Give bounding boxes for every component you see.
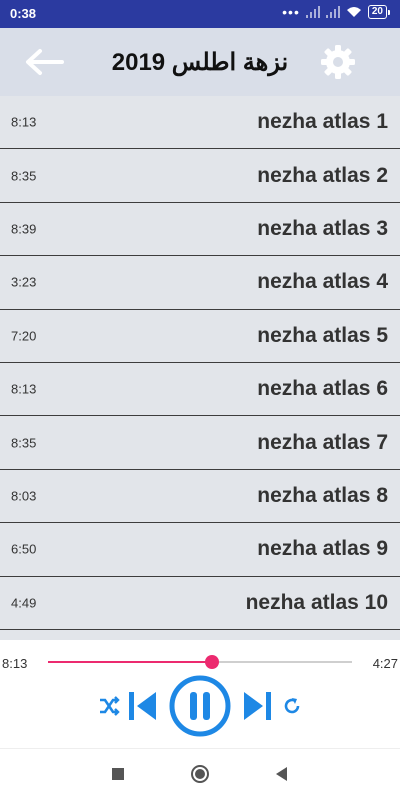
wifi-icon	[346, 7, 361, 17]
track-list: 8:13 nezha atlas 1 8:35 nezha atlas 2 8:…	[0, 96, 400, 640]
pause-icon[interactable]	[168, 674, 232, 738]
track-title: nezha atlas 10	[245, 590, 388, 614]
recent-apps-icon[interactable]	[108, 764, 128, 784]
track-title: nezha atlas 8	[257, 483, 388, 507]
track-duration: 8:13	[11, 381, 37, 397]
seek-bar-fill	[48, 661, 213, 663]
track-row[interactable]: 3:23 nezha atlas 4	[0, 256, 400, 310]
track-duration: 8:03	[11, 488, 37, 504]
seek-bar[interactable]	[48, 655, 352, 669]
playback-controls	[0, 674, 400, 738]
track-row[interactable]: 8:13 nezha atlas 6	[0, 363, 400, 417]
status-time: 0:38	[10, 6, 37, 21]
back-nav-icon[interactable]	[272, 764, 292, 784]
track-row[interactable]: 7:20 nezha atlas 5	[0, 310, 400, 363]
page-title: نزهة اطلس 2019	[111, 49, 289, 76]
track-title: nezha atlas 6	[257, 377, 388, 401]
home-icon[interactable]	[190, 764, 210, 784]
track-title: nezha atlas 1	[257, 110, 388, 134]
track-row[interactable]: 8:39 nezha atlas 3	[0, 203, 400, 257]
seek-bar-thumb[interactable]	[205, 655, 220, 669]
battery-icon: 20	[367, 5, 390, 19]
status-icons: ••• 20	[282, 5, 390, 19]
track-title: nezha atlas 2	[257, 163, 388, 187]
track-row[interactable]: 4:49 nezha atlas 10	[0, 577, 400, 630]
skip-next-icon[interactable]	[241, 689, 273, 723]
track-row[interactable]: 8:03 nezha atlas 8	[0, 470, 400, 524]
track-duration: 8:13	[11, 114, 37, 130]
track-duration: 8:39	[11, 221, 37, 237]
battery-level: 20	[367, 5, 387, 19]
system-nav-bar	[0, 748, 400, 801]
track-title: nezha atlas 9	[257, 537, 388, 561]
track-row[interactable]: 8:35 nezha atlas 7	[0, 416, 400, 470]
track-title: nezha atlas 4	[257, 270, 388, 294]
total-time: 4:27	[372, 656, 398, 671]
track-title: nezha atlas 7	[257, 430, 388, 454]
track-row[interactable]: 8:35 nezha atlas 2	[0, 149, 400, 203]
app-bar: نزهة اطلس 2019	[0, 28, 400, 96]
player-panel: 8:13 4:27	[0, 640, 400, 748]
track-duration: 3:23	[11, 274, 37, 290]
skip-previous-icon[interactable]	[127, 689, 159, 723]
signal-icon-2	[325, 6, 340, 18]
track-duration: 7:20	[11, 328, 37, 344]
status-bar: 0:38 ••• 20	[0, 0, 400, 28]
track-duration: 4:49	[11, 595, 37, 611]
arrow-left-icon[interactable]	[22, 46, 66, 78]
track-duration: 6:50	[11, 541, 37, 557]
track-row[interactable]: 6:50 nezha atlas 9	[0, 523, 400, 577]
track-duration: 8:35	[11, 168, 37, 184]
notification-dots-icon: •••	[282, 4, 300, 20]
gear-icon[interactable]	[320, 44, 356, 80]
track-title: nezha atlas 5	[257, 323, 388, 347]
repeat-icon[interactable]	[280, 694, 304, 718]
track-row[interactable]: 8:13 nezha atlas 1	[0, 96, 400, 150]
track-title: nezha atlas 3	[257, 216, 388, 240]
signal-icon	[305, 6, 320, 18]
shuffle-icon[interactable]	[97, 694, 121, 718]
current-time: 8:13	[2, 656, 28, 671]
track-duration: 8:35	[11, 435, 37, 451]
